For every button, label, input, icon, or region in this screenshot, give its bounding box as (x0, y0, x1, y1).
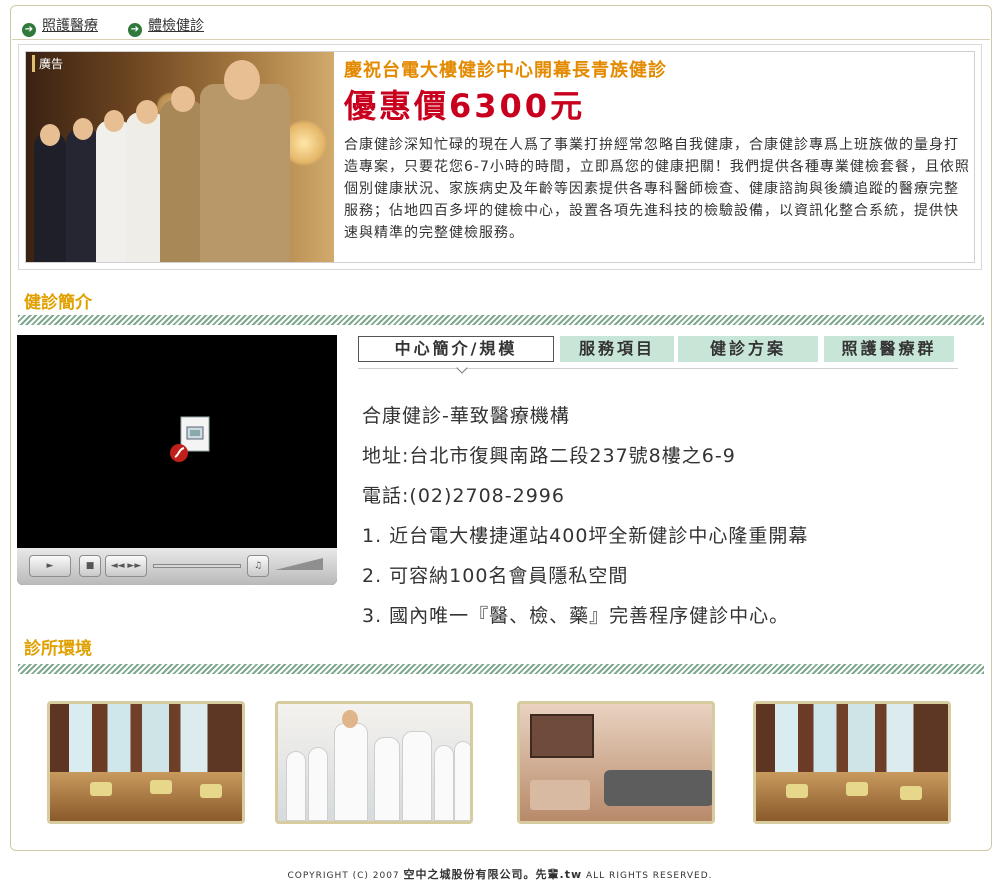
volume-icon[interactable]: ♫ (247, 555, 269, 577)
skip-button[interactable]: ◄◄ ►► (105, 555, 147, 577)
photo-staff (434, 745, 454, 821)
tab-medical-team[interactable]: 照護醫療群 (824, 336, 954, 362)
footer-copyright: COPYRIGHT (C) 2007 (287, 871, 400, 881)
video-controls: ► ■ ◄◄ ►► ♫ (17, 548, 337, 585)
staff-head (224, 60, 260, 100)
footer-rights: ALL RIGHTS RESERVED. (586, 871, 713, 881)
video-player[interactable]: ► ■ ◄◄ ►► ♫ (17, 335, 337, 585)
tab-center-intro[interactable]: 中心簡介/規模 (358, 336, 554, 362)
arrow-right-icon: ➔ (128, 23, 142, 37)
photo-seat (846, 782, 868, 796)
ad-text: 慶祝台電大樓健診中心開幕長青族健診 優惠價6300元 合康健診深知忙碌的現在人爲… (344, 56, 970, 244)
center-info: 合康健診-華致醫療機構 地址:台北市復興南路二段237號8樓之6-9 電話:(0… (362, 396, 982, 636)
seek-bar[interactable] (153, 564, 241, 568)
staff-head (73, 118, 93, 140)
nav-item-checkup[interactable]: ➔ 體檢健診 (128, 15, 204, 37)
info-tabs: 中心簡介/規模 服務項目 健診方案 照護醫療群 (358, 334, 958, 374)
photo-seat (786, 784, 808, 798)
footer-company: 空中之城股份有限公司。先輩.tw (403, 868, 583, 881)
section-divider (18, 315, 984, 325)
staff-head (171, 86, 195, 112)
photo-seat (200, 784, 222, 798)
nav-item-label: 照護醫療 (42, 18, 98, 34)
tab-pointer (456, 362, 468, 374)
footer: COPYRIGHT (C) 2007 空中之城股份有限公司。先輩.tw ALL … (0, 866, 1000, 882)
photo-staff (286, 751, 306, 821)
ad-price: 優惠價6300元 (344, 87, 586, 125)
clinic-photo-medical-team[interactable] (275, 701, 473, 824)
photo-staff (334, 723, 368, 821)
staff-head (40, 124, 60, 146)
photo-staff (454, 741, 470, 821)
ad-title: 慶祝台電大樓健診中心開幕長青族健診 (344, 60, 667, 81)
stop-button[interactable]: ■ (79, 555, 101, 577)
photo-seat (150, 780, 172, 794)
clinic-photo-waiting-area[interactable] (753, 701, 951, 824)
photo-staff-head (342, 710, 358, 728)
photo-staff (374, 737, 400, 821)
flash-plugin-icon (170, 416, 210, 462)
center-point: 3. 國內唯一『醫、檢、藥』完善程序健診中心。 (362, 605, 790, 627)
section-title-intro: 健診簡介 (24, 293, 92, 313)
staff-figure (160, 100, 204, 262)
ad-body: 合康健診深知忙碌的現在人爲了事業打拚經常忽略自我健康，合康健診專爲上班族做的量身… (344, 137, 970, 241)
play-button[interactable]: ► (29, 555, 71, 577)
center-name: 合康健診-華致醫療機構 (362, 405, 570, 427)
staff-figure (66, 128, 100, 262)
center-phone: 電話:(02)2708-2996 (362, 485, 565, 507)
clinic-photo-lobby[interactable] (517, 701, 715, 824)
center-point: 2. 可容納100名會員隱私空間 (362, 565, 629, 587)
ad-tag: 廣告 (32, 55, 63, 72)
center-point: 1. 近台電大樓捷運站400坪全新健診中心隆重開幕 (362, 525, 809, 547)
photo-seat (900, 786, 922, 800)
tab-underline (358, 368, 958, 369)
clinic-photo-lounge[interactable] (47, 701, 245, 824)
photo-sofa (604, 770, 712, 806)
photo-window (530, 714, 594, 758)
ad-banner[interactable]: 廣告 慶祝台電大樓健診中心開幕長青族健診 優惠價6300元 合康健診深知忙碌的現… (18, 44, 982, 270)
tab-plans[interactable]: 健診方案 (678, 336, 818, 362)
photo-staff (308, 747, 328, 821)
section-title-environment: 診所環境 (24, 639, 92, 659)
ad-inner-frame: 廣告 慶祝台電大樓健診中心開幕長青族健診 優惠價6300元 合康健診深知忙碌的現… (25, 51, 975, 263)
arrow-right-icon: ➔ (22, 23, 36, 37)
ad-photo: 廣告 (26, 52, 334, 262)
section-divider (18, 664, 984, 674)
photo-seat (90, 782, 112, 796)
center-address: 地址:台北市復興南路二段237號8樓之6-9 (362, 445, 736, 467)
photo-table (530, 780, 590, 810)
volume-slider[interactable] (275, 558, 323, 570)
staff-figure (34, 132, 66, 262)
staff-head (136, 100, 158, 124)
staff-figure (200, 84, 290, 262)
staff-head (104, 110, 124, 132)
nav-item-label: 體檢健診 (148, 18, 204, 34)
tab-services[interactable]: 服務項目 (560, 336, 674, 362)
nav-item-care[interactable]: ➔ 照護醫療 (22, 15, 98, 37)
top-nav: ➔ 照護醫療 ➔ 體檢健診 (12, 6, 990, 40)
photo-staff (402, 731, 432, 821)
